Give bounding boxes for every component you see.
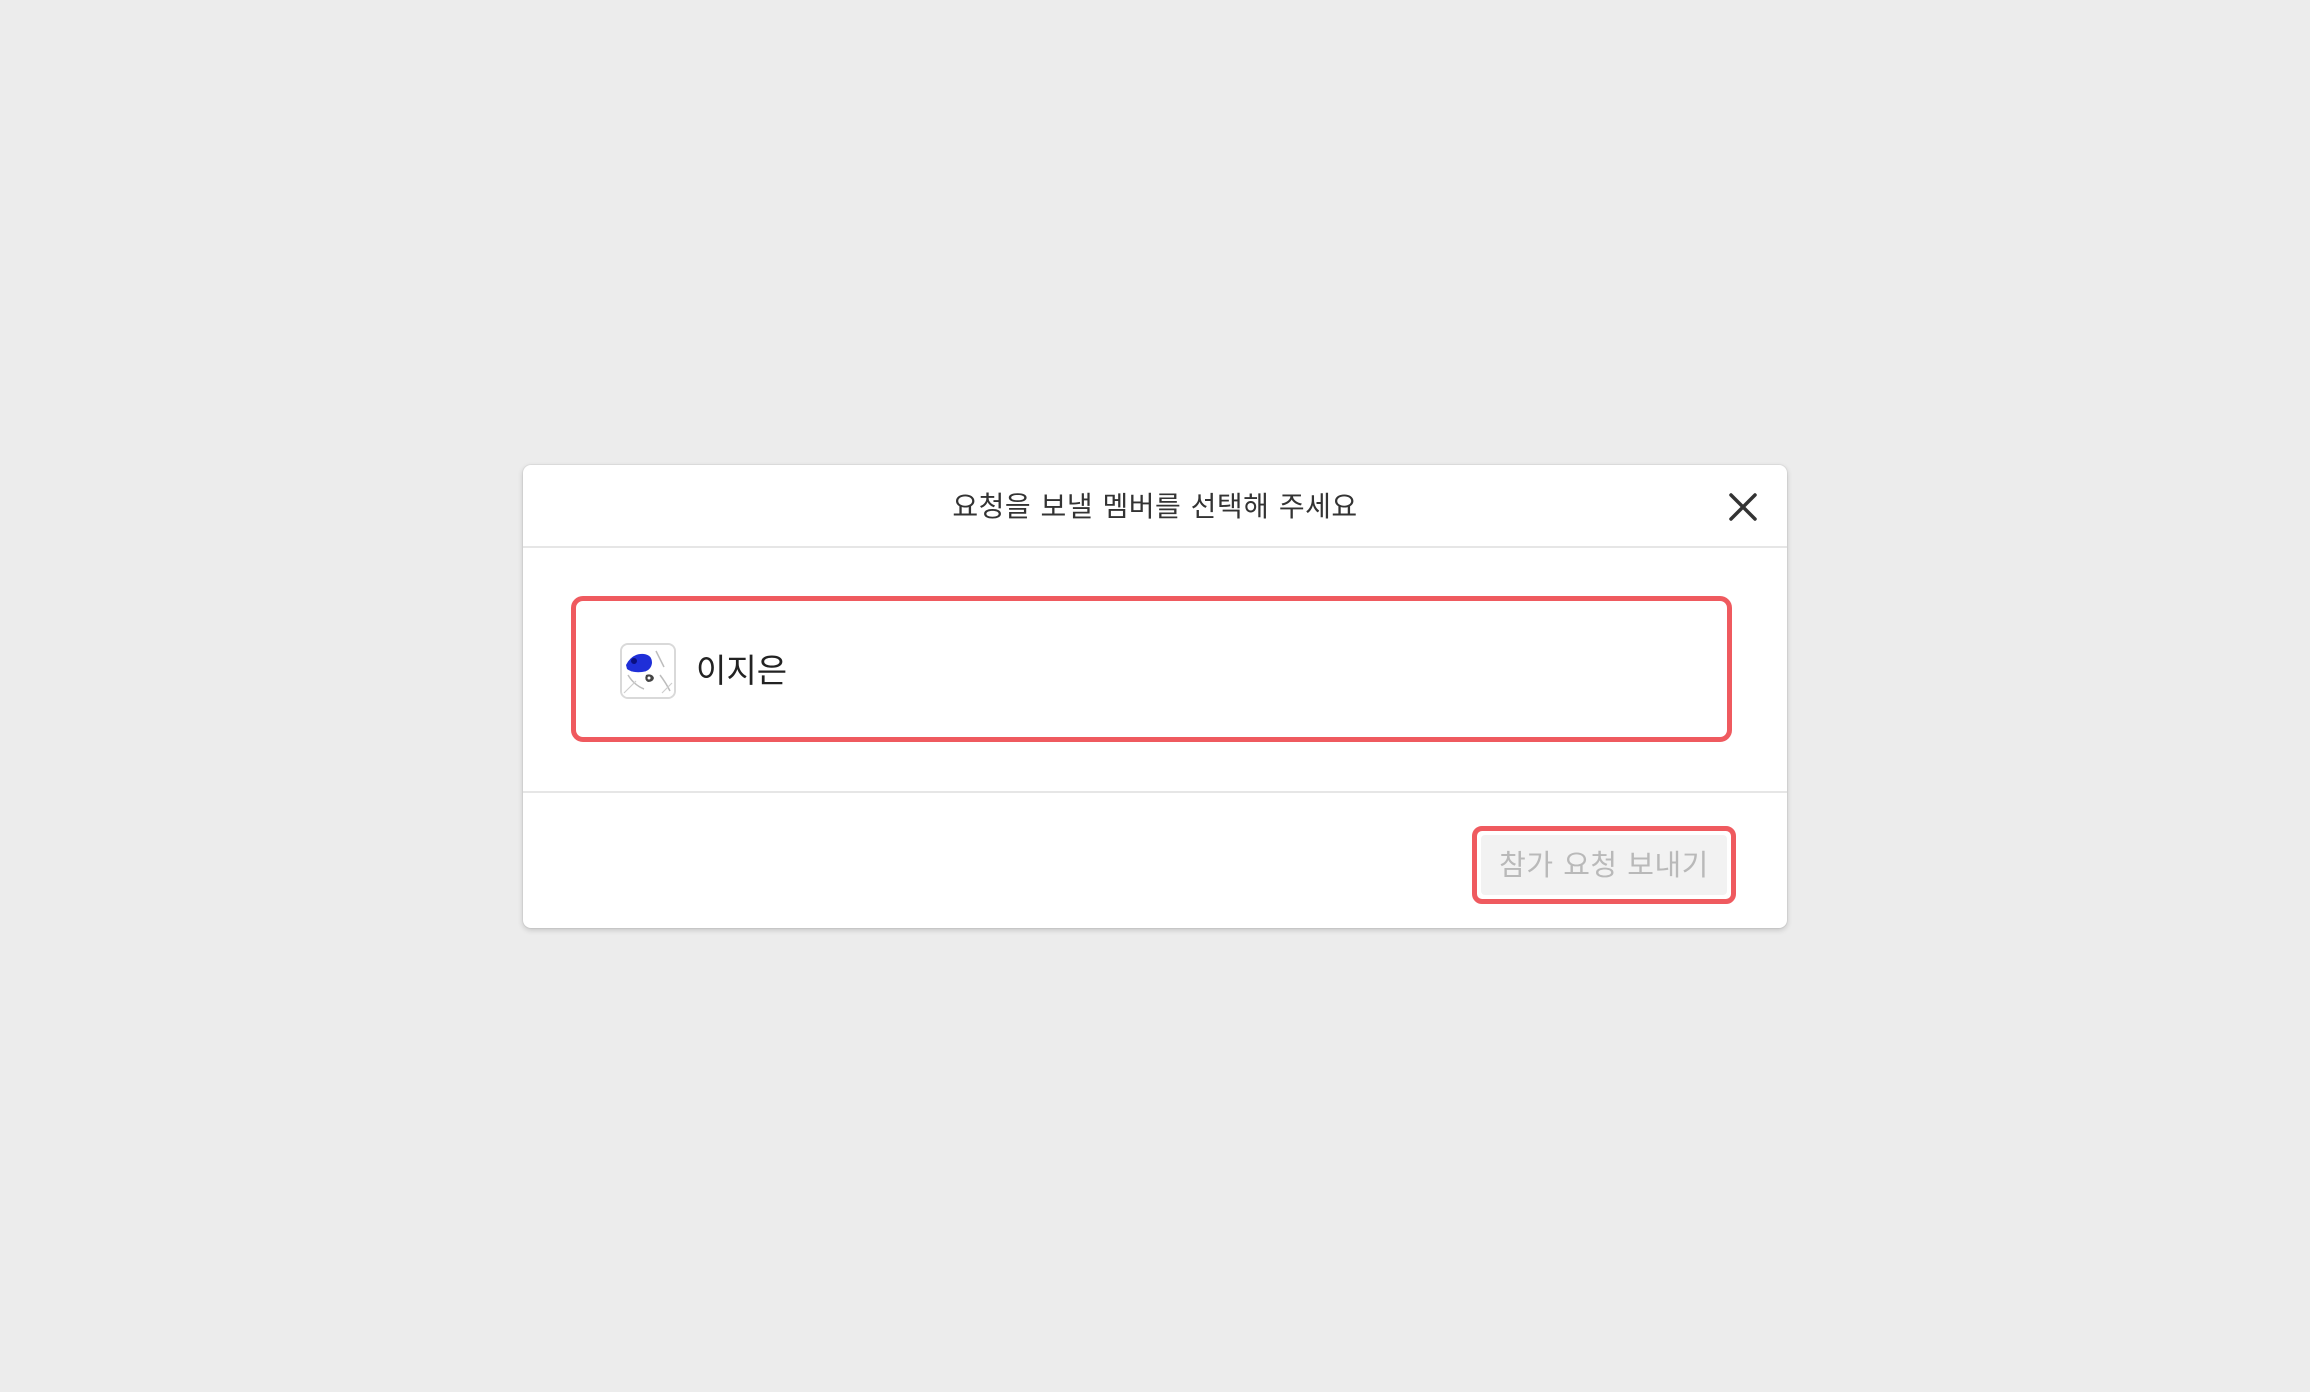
send-button-label: 참가 요청 보내기 bbox=[1499, 848, 1709, 882]
member-select-dialog: 요청을 보낼 멤버를 선택해 주세요 이지은 참가 요청 보내기 bbox=[523, 465, 1787, 928]
close-icon bbox=[1729, 493, 1757, 521]
member-name: 이지은 bbox=[696, 651, 788, 690]
avatar-image-icon bbox=[622, 645, 674, 697]
close-button[interactable] bbox=[1723, 487, 1763, 527]
dialog-header: 요청을 보낼 멤버를 선택해 주세요 bbox=[523, 465, 1787, 548]
dialog-footer: 참가 요청 보내기 bbox=[523, 791, 1787, 928]
member-list: 이지은 bbox=[571, 596, 1732, 742]
avatar bbox=[620, 643, 676, 699]
member-item[interactable]: 이지은 bbox=[571, 596, 1732, 742]
send-join-request-button[interactable]: 참가 요청 보내기 bbox=[1472, 826, 1736, 904]
dialog-title: 요청을 보낼 멤버를 선택해 주세요 bbox=[952, 490, 1358, 523]
